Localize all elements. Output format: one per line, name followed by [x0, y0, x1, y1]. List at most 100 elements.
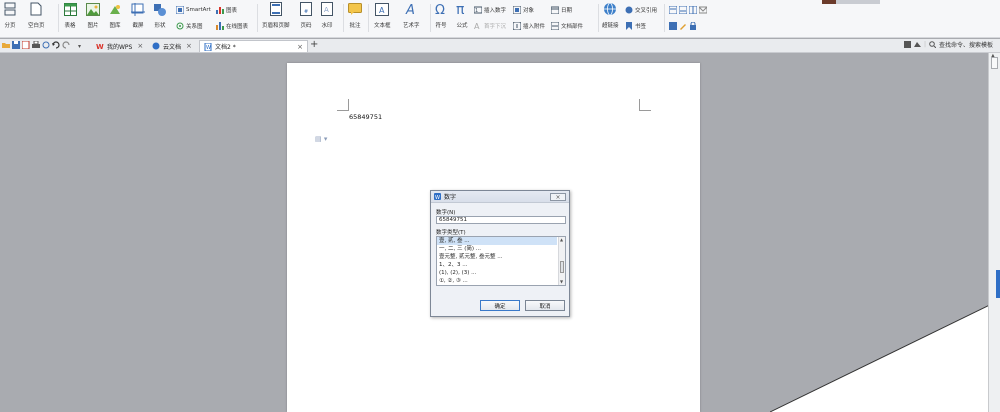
- online-chart-button[interactable]: 在线图表: [216, 22, 248, 30]
- smartart-button[interactable]: SmartArt: [176, 6, 211, 14]
- print-preview-icon[interactable]: [42, 41, 50, 49]
- paragraph-layout-icon[interactable]: ▤ ▾: [315, 135, 327, 143]
- number-type-list[interactable]: 壹, 贰, 叁 ... 一, 二, 三 (简) ... 壹元整, 贰元整, 叁元…: [436, 236, 566, 286]
- doc-parts-icon: [551, 22, 559, 30]
- number-input[interactable]: 65849751: [436, 216, 566, 224]
- relation-chart-icon: [176, 22, 184, 30]
- print-icon[interactable]: [32, 41, 40, 49]
- comment-button[interactable]: 批注: [348, 1, 362, 29]
- scroll-thumb[interactable]: [991, 57, 998, 69]
- first-letter-sink-button[interactable]: A 首字下沉: [474, 22, 506, 30]
- toolbar-divider: |: [924, 41, 927, 48]
- title-strip: [836, 0, 880, 4]
- doc-parts-button[interactable]: 文档部件: [551, 22, 583, 30]
- bookmark-button[interactable]: 书签: [625, 22, 646, 30]
- symbol-button[interactable]: Ω 符号: [434, 1, 448, 29]
- shape-icon: [153, 1, 167, 17]
- textbox-icon: A: [375, 1, 390, 17]
- tab-cloud-docs[interactable]: 云文档 ×: [148, 40, 196, 52]
- blank-page-icon: [29, 1, 43, 17]
- screenshot-button[interactable]: 截屏: [131, 1, 145, 29]
- mail-icon[interactable]: [699, 6, 707, 14]
- insert-attachment-button[interactable]: 插入附件: [513, 22, 545, 30]
- watermark-button[interactable]: A 水印: [320, 1, 334, 29]
- export-pdf-icon[interactable]: [22, 41, 30, 49]
- symbol-label: 符号: [435, 23, 447, 29]
- quick-access-dropdown[interactable]: ▾: [74, 40, 85, 52]
- list-item[interactable]: (1), (2), (3) ...: [437, 269, 557, 277]
- close-icon[interactable]: ×: [137, 42, 143, 50]
- open-folder-icon[interactable]: [2, 41, 10, 49]
- date-button[interactable]: 日期: [551, 6, 572, 14]
- grid-icon[interactable]: [689, 6, 697, 14]
- close-icon[interactable]: ×: [297, 43, 303, 51]
- svg-text:W: W: [206, 45, 211, 51]
- bookmark-label: 书签: [635, 24, 647, 30]
- checkbox-icon[interactable]: [669, 22, 677, 30]
- pen-icon[interactable]: [679, 22, 687, 30]
- tab-document2[interactable]: W 文档2 * ×: [199, 40, 308, 52]
- dialog-title-bar[interactable]: W 数字: [431, 191, 569, 203]
- list-item[interactable]: 一, 二, 三 (简) ...: [437, 245, 557, 253]
- ok-button[interactable]: 确定: [480, 300, 520, 311]
- ribbon-divider: [664, 4, 665, 32]
- fold-edge-line: [770, 300, 1000, 412]
- form-icon[interactable]: [669, 6, 677, 14]
- undo-icon[interactable]: [52, 41, 60, 49]
- gallery-label: 图库: [109, 23, 121, 29]
- page-break-button[interactable]: 分页: [3, 1, 17, 29]
- right-toolbar: | 查找命令、搜索模板: [904, 40, 993, 49]
- chart-button[interactable]: 图表: [216, 6, 237, 14]
- document-text[interactable]: 65849751: [349, 113, 382, 121]
- formula-button[interactable]: π 公式: [455, 1, 469, 29]
- skin-icon[interactable]: [904, 41, 911, 48]
- object-button[interactable]: 对象: [513, 6, 534, 14]
- list-item[interactable]: ①, ②, ③ ...: [437, 277, 557, 285]
- page-number-button[interactable]: # 页码: [299, 1, 313, 29]
- ribbon-divider: [598, 4, 599, 32]
- list-item[interactable]: 1、2、3 ...: [437, 261, 557, 269]
- avatar[interactable]: [822, 0, 836, 4]
- cancel-button[interactable]: 取消: [525, 300, 565, 311]
- svg-text:1: 1: [475, 8, 478, 14]
- scroll-up-icon[interactable]: ▲: [560, 237, 563, 242]
- textbox-button[interactable]: A 文本框: [374, 1, 391, 29]
- scroll-down-icon[interactable]: ▼: [560, 279, 563, 284]
- blank-page-button[interactable]: 空白页: [28, 1, 45, 29]
- side-panel-tab[interactable]: [996, 270, 1000, 298]
- svg-text:Ω: Ω: [435, 3, 445, 16]
- list-scroll-thumb[interactable]: [560, 261, 564, 273]
- list-scrollbar[interactable]: ▲ ▼: [558, 237, 565, 285]
- insert-number-button[interactable]: 1 插入数字: [474, 6, 506, 14]
- gallery-button[interactable]: 图库: [108, 1, 122, 29]
- cross-ref-button[interactable]: 交叉引用: [625, 6, 657, 14]
- first-letter-sink-label: 首字下沉: [484, 24, 507, 30]
- number-icon: 1: [474, 6, 482, 14]
- list-icon[interactable]: [679, 6, 687, 14]
- search-icon: [929, 41, 937, 48]
- relation-chart-button[interactable]: 关系图: [176, 22, 203, 30]
- vertical-scrollbar[interactable]: ▲: [988, 53, 1000, 412]
- list-item[interactable]: 壹, 贰, 叁 ...: [437, 237, 557, 245]
- redo-icon[interactable]: [62, 41, 70, 49]
- new-tab-button[interactable]: +: [310, 39, 318, 50]
- cloud-icon: [152, 42, 160, 50]
- table-button[interactable]: 表格: [63, 1, 77, 29]
- wordart-button[interactable]: A 艺术字: [403, 1, 420, 29]
- lock-icon[interactable]: [689, 22, 697, 30]
- share-icon[interactable]: [914, 41, 921, 48]
- paperclip-icon: [513, 22, 521, 30]
- list-item[interactable]: 壹元整, 贰元整, 叁元整 ...: [437, 253, 557, 261]
- shape-button[interactable]: 形状: [153, 1, 167, 29]
- header-footer-button[interactable]: 页眉和页脚: [262, 1, 290, 29]
- list-item-label: 一, 二, 三 (简) ...: [439, 246, 482, 252]
- command-search-input[interactable]: 查找命令、搜索模板: [939, 40, 993, 49]
- close-button[interactable]: ×: [550, 193, 566, 201]
- save-icon[interactable]: [12, 41, 20, 49]
- picture-button[interactable]: 图片: [86, 1, 100, 29]
- close-icon[interactable]: ×: [186, 42, 192, 50]
- bookmark-icon: [626, 22, 632, 30]
- chart-label: 图表: [226, 8, 238, 14]
- tab-my-wps[interactable]: W 我的WPS ×: [92, 40, 147, 52]
- hyperlink-button[interactable]: 超链接: [602, 1, 619, 29]
